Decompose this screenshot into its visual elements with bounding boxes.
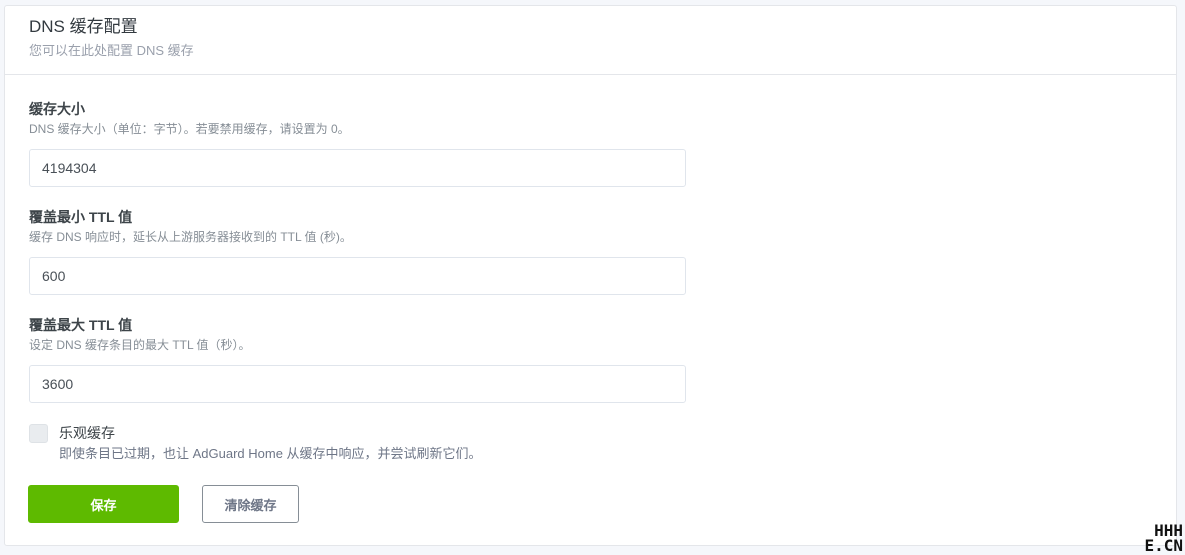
cache-size-description: DNS 缓存大小（单位：字节）。若要禁用缓存，请设置为 0。 (29, 122, 686, 137)
dns-cache-card: DNS 缓存配置 您可以在此处配置 DNS 缓存 缓存大小 DNS 缓存大小（单… (4, 5, 1177, 546)
cache-size-input[interactable] (29, 149, 686, 187)
max-ttl-description: 设定 DNS 缓存条目的最大 TTL 值（秒）。 (29, 338, 686, 353)
clear-cache-button[interactable]: 清除缓存 (202, 485, 299, 523)
cache-size-field: 缓存大小 DNS 缓存大小（单位：字节）。若要禁用缓存，请设置为 0。 (29, 101, 686, 137)
min-ttl-description: 缓存 DNS 响应时，延长从上游服务器接收到的 TTL 值 (秒)。 (29, 230, 686, 245)
min-ttl-input[interactable] (29, 257, 686, 295)
card-header: DNS 缓存配置 您可以在此处配置 DNS 缓存 (5, 6, 1176, 75)
save-button[interactable]: 保存 (28, 485, 179, 523)
min-ttl-field: 覆盖最小 TTL 值 缓存 DNS 响应时，延长从上游服务器接收到的 TTL 值… (29, 209, 686, 245)
card-subtitle: 您可以在此处配置 DNS 缓存 (29, 43, 1176, 59)
card-title: DNS 缓存配置 (29, 17, 1176, 37)
max-ttl-field: 覆盖最大 TTL 值 设定 DNS 缓存条目的最大 TTL 值（秒）。 (29, 317, 686, 353)
site-watermark: HHH E.CN (1133, 523, 1183, 553)
optimistic-cache-checkbox[interactable] (29, 424, 48, 443)
max-ttl-label: 覆盖最大 TTL 值 (29, 317, 686, 334)
cache-size-label: 缓存大小 (29, 101, 686, 118)
optimistic-cache-label[interactable]: 乐观缓存 (59, 425, 115, 442)
max-ttl-input[interactable] (29, 365, 686, 403)
min-ttl-label: 覆盖最小 TTL 值 (29, 209, 686, 226)
optimistic-cache-description: 即使条目已过期，也让 AdGuard Home 从缓存中响应，并尝试刷新它们。 (59, 446, 482, 462)
watermark-line-2: E.CN (1133, 538, 1183, 553)
